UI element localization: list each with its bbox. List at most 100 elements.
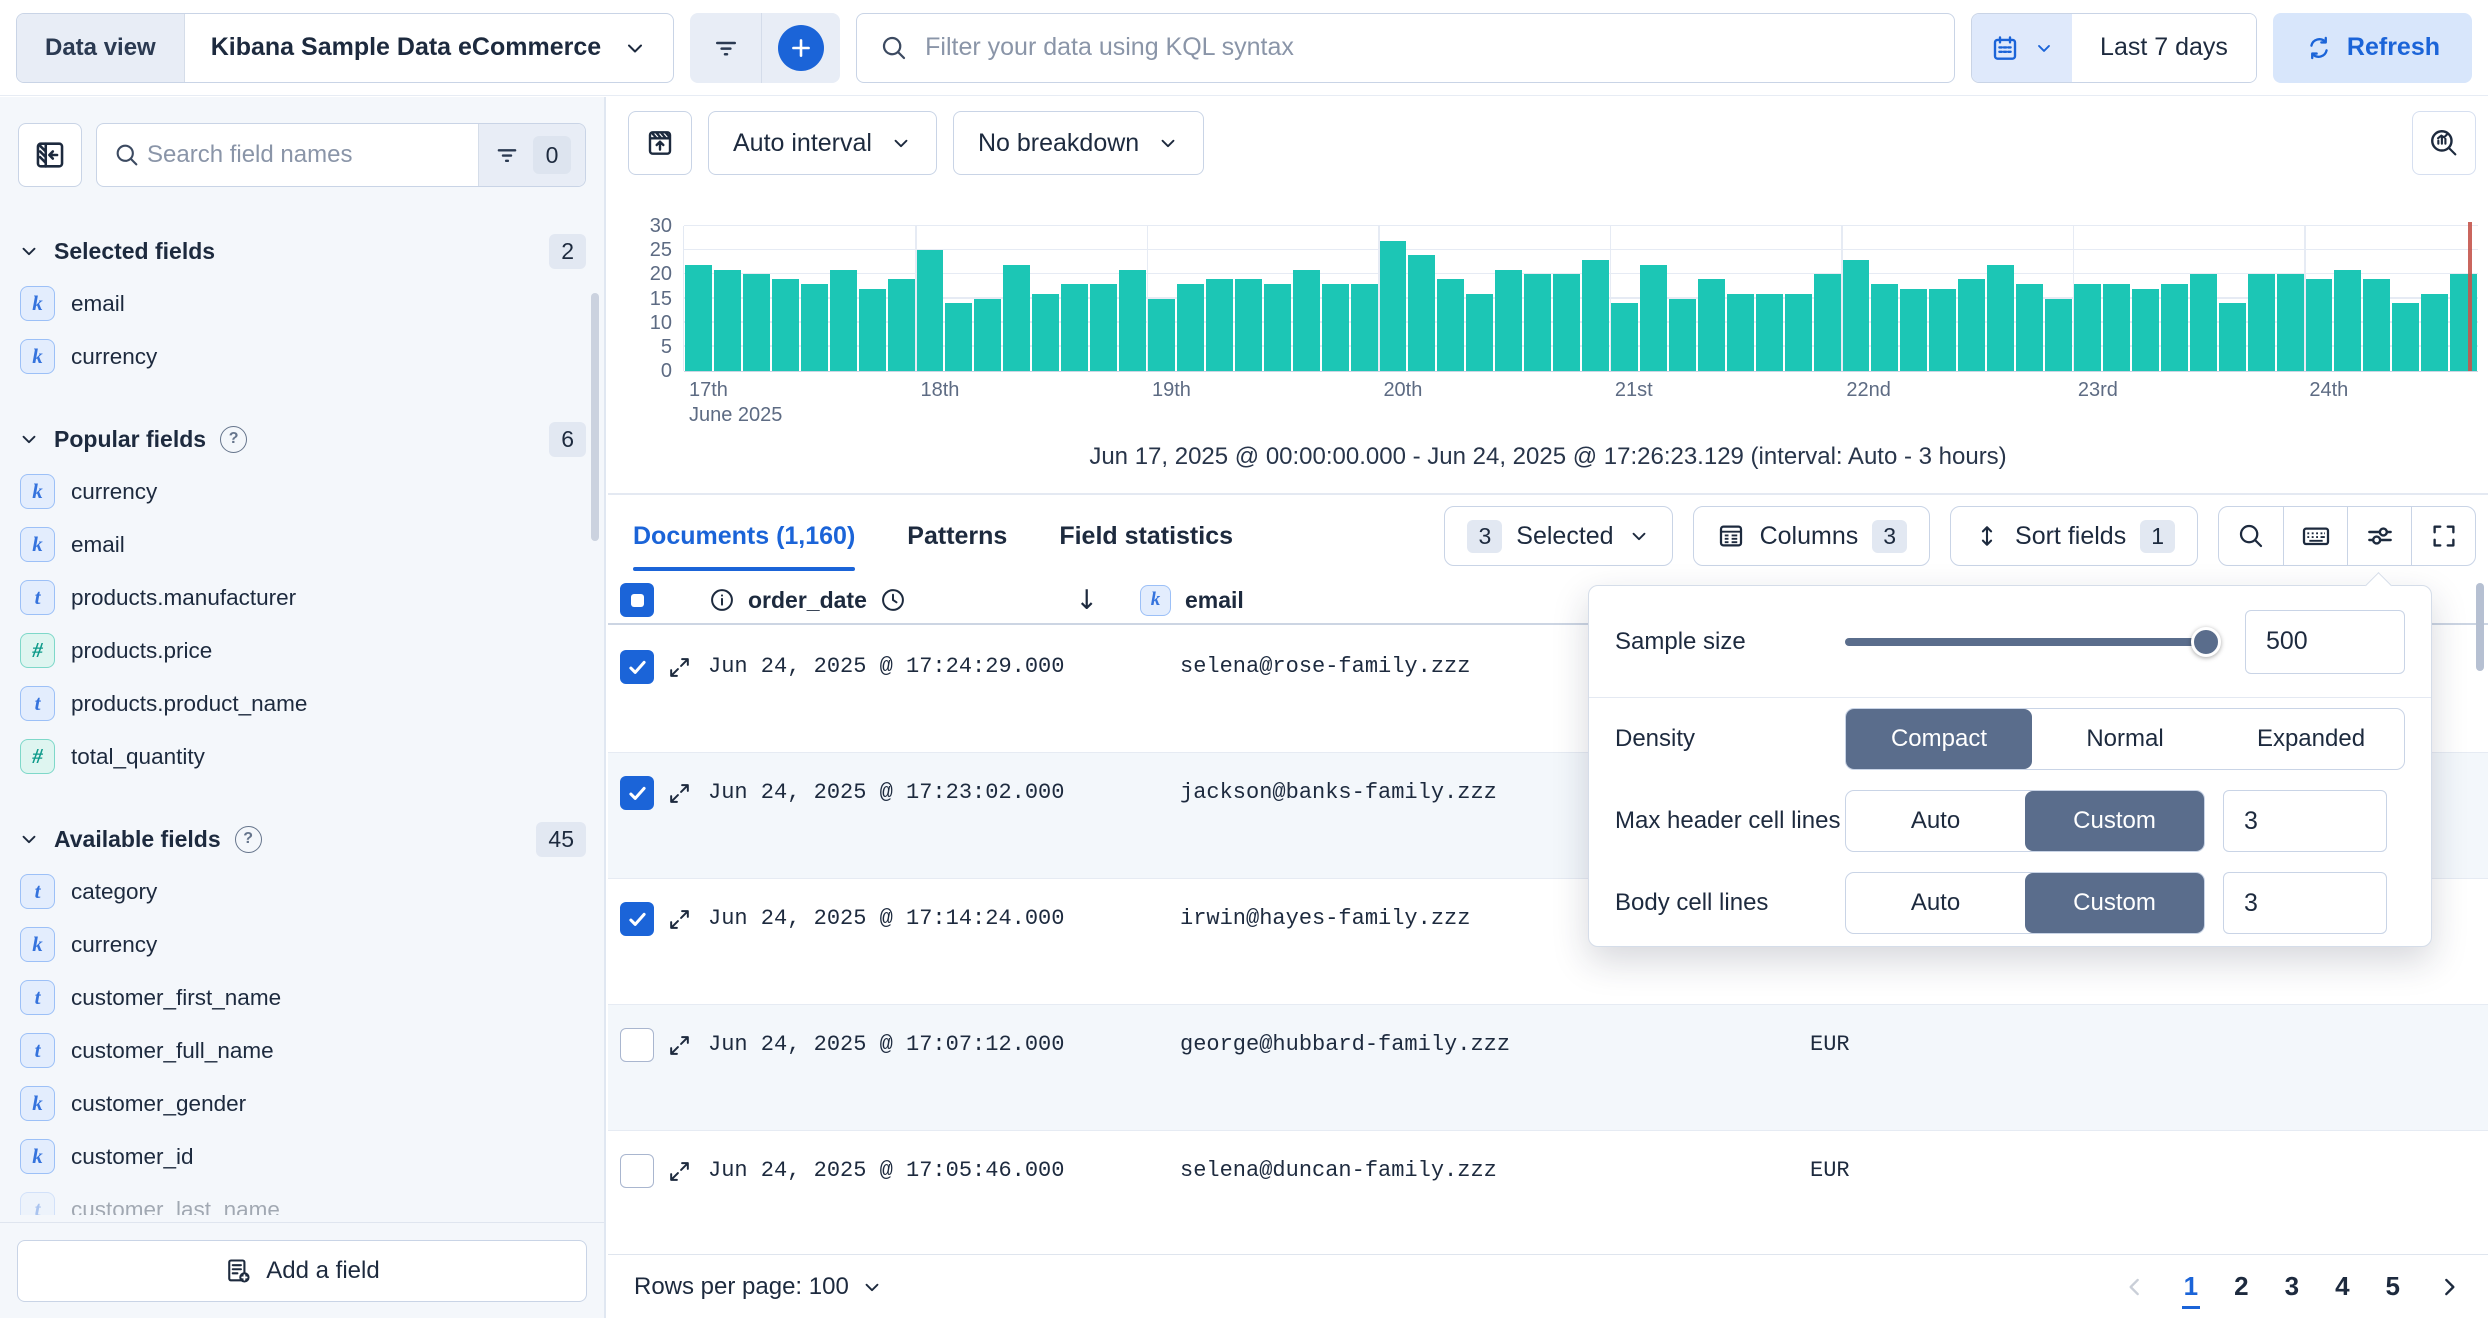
- body-lines-input[interactable]: [2223, 872, 2387, 934]
- option-auto[interactable]: Auto: [1846, 873, 2025, 933]
- time-range-value[interactable]: Last 7 days: [2072, 14, 2256, 82]
- field-item-currency[interactable]: kcurrency: [18, 465, 586, 518]
- expand-document-icon[interactable]: [667, 907, 692, 932]
- info-icon[interactable]: [708, 586, 736, 614]
- expand-document-icon[interactable]: [667, 1033, 692, 1058]
- page-5[interactable]: 5: [2386, 1271, 2400, 1302]
- select-all-checkbox[interactable]: [620, 583, 654, 617]
- fullscreen-button[interactable]: [2411, 507, 2475, 565]
- sidebar-controls: 0: [0, 97, 604, 195]
- sort-descending-icon[interactable]: ↓: [1075, 585, 1098, 616]
- field-item-category[interactable]: tcategory: [18, 865, 586, 918]
- data-view-picker[interactable]: Data view Kibana Sample Data eCommerce: [16, 13, 674, 83]
- histogram-bar: [1235, 279, 1262, 371]
- filter-icon[interactable]: [690, 13, 762, 83]
- page-4[interactable]: 4: [2335, 1271, 2349, 1302]
- field-item-currency[interactable]: kcurrency: [18, 918, 586, 971]
- field-section-header-popular-fields[interactable]: Popular fields?6: [18, 413, 586, 465]
- table-row[interactable]: Jun 24, 2025 @ 17:07:12.000george@hubbar…: [608, 1005, 2488, 1131]
- selected-documents-dropdown[interactable]: 3 Selected: [1444, 506, 1672, 566]
- histogram-bar: [1669, 299, 1696, 372]
- option-custom[interactable]: Custom: [2025, 873, 2204, 933]
- expand-document-icon[interactable]: [667, 655, 692, 680]
- field-item-customer-gender[interactable]: kcustomer_gender: [18, 1077, 586, 1130]
- option-auto[interactable]: Auto: [1846, 791, 2025, 851]
- option-compact[interactable]: Compact: [1846, 709, 2032, 769]
- table-scrollbar[interactable]: [2476, 583, 2484, 671]
- field-item-products-product-name[interactable]: tproducts.product_name: [18, 677, 586, 730]
- sample-size-slider[interactable]: [1845, 611, 2217, 673]
- option-expanded[interactable]: Expanded: [2218, 709, 2404, 769]
- previous-page-button[interactable]: [2122, 1274, 2148, 1300]
- filter-icon[interactable]: [493, 141, 521, 169]
- field-search[interactable]: 0: [96, 123, 586, 187]
- option-normal[interactable]: Normal: [2032, 709, 2218, 769]
- kql-search-bar[interactable]: [856, 13, 1955, 83]
- page-3[interactable]: 3: [2285, 1271, 2299, 1302]
- option-custom[interactable]: Custom: [2025, 791, 2204, 851]
- chevron-down-icon: [1157, 132, 1179, 154]
- field-section-header-selected-fields[interactable]: Selected fields2: [18, 225, 586, 277]
- order-date-value: Jun 24, 2025 @ 17:07:12.000: [708, 1032, 1064, 1057]
- field-item-currency[interactable]: kcurrency: [18, 330, 586, 383]
- keyboard-shortcuts-button[interactable]: [2283, 507, 2347, 565]
- date-picker-button[interactable]: [1972, 14, 2072, 82]
- field-item-products-price[interactable]: #products.price: [18, 624, 586, 677]
- max-header-lines-input[interactable]: [2223, 790, 2387, 852]
- collapse-sidebar-button[interactable]: [18, 123, 82, 187]
- rows-per-page-dropdown[interactable]: Rows per page: 100: [634, 1273, 883, 1301]
- data-view-selector[interactable]: Kibana Sample Data eCommerce: [185, 14, 673, 82]
- table-row[interactable]: Jun 24, 2025 @ 17:05:46.000selena@duncan…: [608, 1131, 2488, 1254]
- histogram-chart[interactable]: 051015202530 17thJune 202518th19th20th21…: [683, 226, 2478, 371]
- field-type-icon: #: [20, 633, 55, 668]
- row-checkbox[interactable]: [620, 776, 654, 810]
- tab-documents-1-160[interactable]: Documents (1,160): [633, 495, 855, 577]
- field-item-customer-id[interactable]: kcustomer_id: [18, 1130, 586, 1183]
- sort-fields-button[interactable]: Sort fields 1: [1950, 506, 2198, 566]
- row-checkbox[interactable]: [620, 1154, 654, 1188]
- expand-document-icon[interactable]: [667, 1159, 692, 1184]
- field-item-email[interactable]: kemail: [18, 277, 586, 330]
- field-item-total-quantity[interactable]: #total_quantity: [18, 730, 586, 783]
- expand-document-icon[interactable]: [667, 781, 692, 806]
- histogram-bar: [2363, 279, 2390, 371]
- grid-icon-toolbar: [2218, 506, 2476, 566]
- sidebar-scrollbar[interactable]: [591, 293, 599, 541]
- row-checkbox[interactable]: [620, 1028, 654, 1062]
- chevron-down-icon: [1628, 525, 1650, 547]
- row-checkbox[interactable]: [620, 650, 654, 684]
- field-search-input[interactable]: [141, 141, 478, 169]
- sample-size-input[interactable]: [2245, 610, 2405, 674]
- add-filter-button[interactable]: [762, 13, 840, 83]
- add-field-button[interactable]: Add a field: [17, 1240, 587, 1302]
- y-tick-label: 5: [661, 336, 672, 359]
- tab-field-statistics[interactable]: Field statistics: [1059, 495, 1233, 577]
- histogram-bar: [2219, 303, 2246, 371]
- hide-chart-button[interactable]: [628, 111, 692, 175]
- display-options-button[interactable]: [2347, 507, 2411, 565]
- tab-patterns[interactable]: Patterns: [907, 495, 1007, 577]
- page-1[interactable]: 1: [2184, 1271, 2198, 1302]
- slider-thumb[interactable]: [2191, 627, 2221, 657]
- edit-visualization-button[interactable]: [2412, 111, 2476, 175]
- field-item-customer-full-name[interactable]: tcustomer_full_name: [18, 1024, 586, 1077]
- field-item-products-manufacturer[interactable]: tproducts.manufacturer: [18, 571, 586, 624]
- page-2[interactable]: 2: [2234, 1271, 2248, 1302]
- field-item-customer-last-name[interactable]: tcustomer_last_name: [18, 1183, 586, 1215]
- search-in-table-button[interactable]: [2219, 507, 2283, 565]
- order-date-column-header[interactable]: order_date ↓: [708, 585, 1128, 616]
- slider-track[interactable]: [1845, 638, 2217, 646]
- field-item-customer-first-name[interactable]: tcustomer_first_name: [18, 971, 586, 1024]
- kql-input[interactable]: [925, 33, 1932, 62]
- refresh-button[interactable]: Refresh: [2273, 13, 2472, 83]
- field-item-email[interactable]: kemail: [18, 518, 586, 571]
- columns-button[interactable]: Columns 3: [1693, 506, 1930, 566]
- next-page-button[interactable]: [2436, 1274, 2462, 1300]
- interval-dropdown[interactable]: Auto interval: [708, 111, 937, 175]
- row-checkbox[interactable]: [620, 902, 654, 936]
- order-date-cell: Jun 24, 2025 @ 17:24:29.000: [708, 627, 1128, 752]
- breakdown-dropdown[interactable]: No breakdown: [953, 111, 1204, 175]
- field-section-header-available-fields[interactable]: Available fields?45: [18, 813, 586, 865]
- order-date-label: order_date: [748, 587, 867, 614]
- histogram-bar: [1900, 289, 1927, 371]
